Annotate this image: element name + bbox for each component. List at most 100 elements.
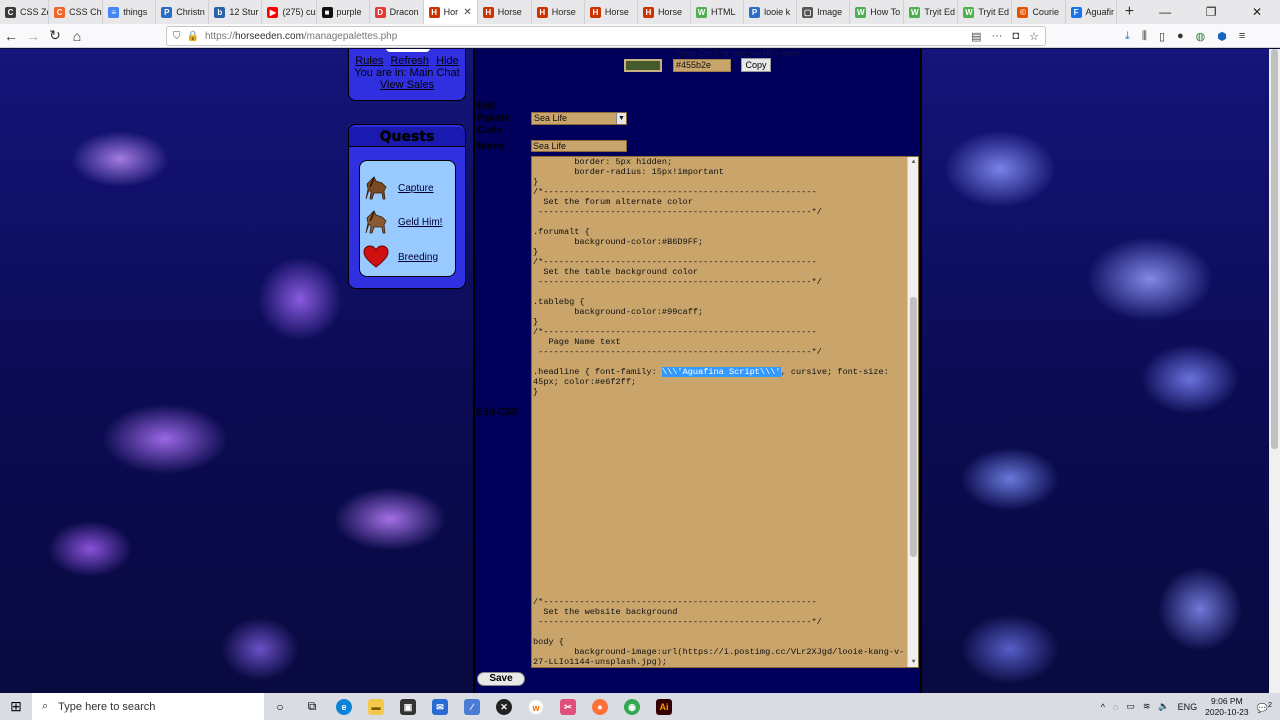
page-viewport: Rules Refresh Hide You are in: Main Chat…: [0, 49, 1280, 693]
browser-tab[interactable]: D Dracon: [370, 0, 424, 24]
refresh-link[interactable]: Refresh: [390, 55, 429, 67]
view-sales-link[interactable]: View Sales: [380, 79, 434, 91]
close-window-icon[interactable]: ✕: [1234, 0, 1280, 24]
edge-icon[interactable]: e: [328, 693, 360, 720]
extension-2-icon[interactable]: ⬢: [1217, 30, 1227, 43]
browser-tab[interactable]: ≡ things: [103, 0, 157, 24]
wattpad-icon[interactable]: w: [520, 693, 552, 720]
browser-tab[interactable]: H Horse: [585, 0, 638, 24]
css-editor-textarea[interactable]: border: 5px hidden; border-radius: 15px!…: [531, 156, 919, 668]
hex-value-field[interactable]: #455b2e: [673, 59, 731, 72]
file-explorer-icon[interactable]: ▬: [360, 693, 392, 720]
browser-tab[interactable]: W How To: [850, 0, 905, 24]
pen-app-icon[interactable]: ∕: [456, 693, 488, 720]
quest-item-capture[interactable]: Capture: [362, 173, 454, 203]
xbox-icon[interactable]: ✕: [488, 693, 520, 720]
browser-tab[interactable]: ■ purple: [317, 0, 370, 24]
lock-icon[interactable]: 🔒: [187, 31, 199, 42]
clock[interactable]: 9:06 PM 2020-10-23: [1205, 696, 1248, 718]
edit-css-label: Edit CSS: [476, 407, 519, 418]
quest-label[interactable]: Geld Him!: [398, 217, 442, 228]
account-icon[interactable]: ●: [1177, 30, 1184, 42]
forward-icon[interactable]: →: [22, 28, 44, 44]
browser-tab[interactable]: Plooie k: [744, 0, 798, 24]
extension-icon[interactable]: ◍: [1196, 30, 1206, 43]
quest-item-geld[interactable]: Geld Him!: [362, 207, 454, 237]
illustrator-icon[interactable]: Ai: [648, 693, 680, 720]
save-button[interactable]: Save: [477, 672, 525, 686]
browser-tab[interactable]: © Courie: [1012, 0, 1066, 24]
browser-tab[interactable]: ▶ (275) cu: [262, 0, 317, 24]
home-icon[interactable]: ⌂: [66, 28, 88, 44]
rules-link[interactable]: Rules: [355, 55, 383, 67]
volume-icon[interactable]: 🔈: [1158, 701, 1169, 712]
code-line: .forumalt {: [533, 227, 590, 237]
chevron-up-icon[interactable]: ^: [1101, 702, 1105, 712]
browser-tab[interactable]: W Tryit Ed: [904, 0, 959, 24]
reader-view-icon[interactable]: ▤: [971, 30, 981, 43]
battery-icon[interactable]: ▭: [1126, 701, 1135, 712]
quest-item-breeding[interactable]: Breeding: [362, 242, 454, 272]
browser-tab[interactable]: F Aguafir: [1066, 0, 1117, 24]
browser-tab[interactable]: ▢ Image: [797, 0, 851, 24]
wifi-icon[interactable]: ≋: [1143, 701, 1151, 712]
browser-tab[interactable]: H Horse: [638, 0, 692, 24]
address-bar[interactable]: ⛉ 🔒 https://horseeden.com/managepalettes…: [166, 26, 1046, 46]
sidebar-icon[interactable]: ▯: [1159, 30, 1165, 43]
notifications-icon[interactable]: 💬2: [1257, 700, 1272, 714]
minimize-icon[interactable]: —: [1142, 0, 1188, 24]
taskbar-search[interactable]: ⌕ Type here to search: [32, 693, 264, 720]
code-line: .tablebg {: [533, 297, 585, 307]
editor-scrollbar[interactable]: ▲ ▼: [907, 157, 918, 667]
browser-tab[interactable]: W Tryit Ed: [958, 0, 1013, 24]
windows-start-icon[interactable]: ⊞: [0, 698, 32, 715]
code-line: body {: [533, 637, 564, 647]
code-line: background-color:#B6D9FF;: [533, 237, 704, 247]
mail-icon[interactable]: ✉: [424, 693, 456, 720]
reload-icon[interactable]: ↻: [44, 27, 66, 44]
task-view-icon[interactable]: ⧉: [296, 693, 328, 720]
language-indicator[interactable]: ENG: [1178, 702, 1198, 712]
chat-button-remnant[interactable]: [386, 49, 430, 52]
scroll-down-icon[interactable]: ▼: [908, 657, 918, 667]
browser-tab[interactable]: H Hor ✕: [423, 0, 478, 24]
quest-label[interactable]: Breeding: [398, 252, 438, 263]
page-scroll-thumb[interactable]: [1271, 49, 1278, 449]
maximize-icon[interactable]: ❐: [1188, 0, 1234, 24]
chrome-icon[interactable]: ◉: [616, 693, 648, 720]
store-icon[interactable]: ▣: [392, 693, 424, 720]
browser-tab[interactable]: b 12 Stur: [209, 0, 263, 24]
browser-tab[interactable]: C CSS Ze: [0, 0, 50, 24]
snip-icon[interactable]: ✂: [552, 693, 584, 720]
copy-button[interactable]: Copy: [741, 58, 771, 72]
more-actions-icon[interactable]: ···: [991, 30, 1002, 43]
close-tab-icon[interactable]: ✕: [463, 7, 471, 18]
editor-scroll-thumb[interactable]: [910, 297, 917, 557]
scroll-up-icon[interactable]: ▲: [908, 157, 918, 167]
back-icon[interactable]: ←: [0, 28, 22, 44]
cortana-icon[interactable]: ○: [264, 693, 296, 720]
downloads-icon[interactable]: ⤓: [1125, 30, 1130, 43]
pocket-icon[interactable]: ◘: [1012, 30, 1019, 43]
browser-tab[interactable]: W HTML: [691, 0, 745, 24]
color-swatch[interactable]: [624, 59, 662, 72]
palette-select[interactable]: Sea Life ▼: [531, 112, 627, 125]
shield-icon[interactable]: ⛉: [173, 31, 181, 42]
hide-link[interactable]: Hide: [436, 55, 459, 67]
firefox-icon[interactable]: ●: [584, 693, 616, 720]
quest-label[interactable]: Capture: [398, 183, 434, 194]
new-tab-icon[interactable]: +: [1117, 0, 1142, 24]
browser-tab[interactable]: C CSS Ch: [49, 0, 104, 24]
chevron-down-icon[interactable]: ▼: [616, 113, 626, 124]
page-scrollbar[interactable]: [1269, 49, 1280, 693]
name-field[interactable]: Sea Life: [531, 140, 627, 152]
tab-label: Tryit Ed: [924, 7, 955, 17]
menu-icon[interactable]: ≡: [1239, 30, 1245, 42]
browser-tab[interactable]: H Horse: [532, 0, 585, 24]
network-icon[interactable]: ◌: [1113, 702, 1118, 712]
bookmark-star-icon[interactable]: ☆: [1029, 30, 1039, 43]
browser-tab[interactable]: H Horse: [478, 0, 532, 24]
tab-label: CSS Ze: [20, 7, 50, 17]
browser-tab[interactable]: P Christn: [156, 0, 210, 24]
library-icon[interactable]: ⫼: [1142, 30, 1147, 43]
